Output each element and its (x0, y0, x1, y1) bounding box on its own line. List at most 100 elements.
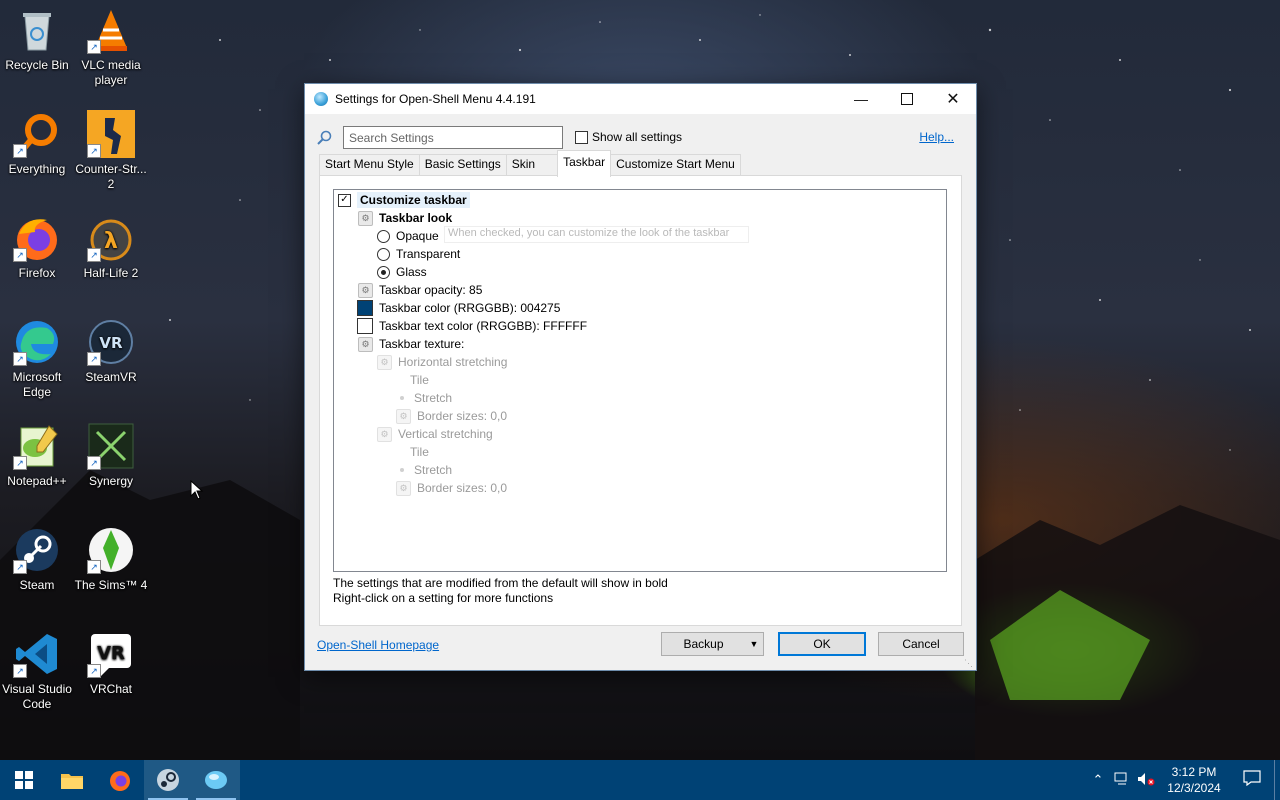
radio-opaque[interactable] (377, 229, 390, 243)
svg-text:VR: VR (97, 643, 125, 664)
desktop-icon-vscode[interactable]: ↗ Visual Studio Code (0, 630, 74, 712)
option-h-tile[interactable]: Tile (410, 371, 429, 389)
setting-horizontal-stretching[interactable]: ⚙ Horizontal stretching (377, 353, 507, 371)
taskbar-file-explorer[interactable] (48, 760, 96, 800)
radio-glass[interactable] (377, 265, 390, 279)
taskbar-firefox[interactable] (96, 760, 144, 800)
start-button[interactable] (0, 760, 48, 800)
network-icon[interactable] (1110, 772, 1134, 789)
desktop-icon-vlc[interactable]: ↗ VLC media player (74, 6, 148, 88)
desktop-icon-vrchat[interactable]: VR ↗ VRChat (74, 630, 148, 697)
desktop-icon-label: Notepad++ (7, 474, 67, 488)
option-transparent[interactable]: Transparent (377, 245, 460, 263)
ok-button[interactable]: OK (778, 632, 866, 656)
setting-taskbar-look[interactable]: ⚙ Taskbar look (358, 209, 452, 227)
svg-text:VR: VR (99, 334, 123, 352)
setting-label: Tile (410, 373, 429, 387)
file-explorer-icon (61, 774, 83, 789)
desktop-icon-sims[interactable]: ↗ The Sims™ 4 (74, 526, 148, 593)
tab-strip: Start Menu Style Basic Settings Skin Tas… (319, 150, 741, 177)
taskbar-open-shell-settings[interactable] (192, 760, 240, 800)
desktop-icon-label: Steam (19, 578, 55, 592)
radio-dot-icon (400, 468, 404, 472)
option-v-tile[interactable]: Tile (410, 443, 429, 461)
desktop-icon-steam[interactable]: ↗ Steam (0, 526, 74, 593)
tab-customize-start-menu[interactable]: Customize Start Menu (610, 154, 741, 175)
taskbar-color-swatch[interactable] (357, 300, 373, 316)
hint-text: The settings that are modified from the … (333, 576, 668, 606)
option-v-stretch[interactable]: Stretch (396, 461, 452, 479)
desktop-icon-recycle-bin[interactable]: Recycle Bin (0, 6, 74, 73)
desktop-icon-counter-strike[interactable]: ↗ Counter-Str... 2 (74, 110, 148, 192)
option-opaque[interactable]: Opaque (377, 227, 439, 245)
setting-taskbar-opacity[interactable]: ⚙ Taskbar opacity: 85 (358, 281, 482, 299)
resize-grip-icon[interactable]: ⋱ (964, 658, 974, 668)
desktop-icon-synergy[interactable]: ↗ Synergy (74, 422, 148, 489)
setting-v-border-sizes[interactable]: ⚙ Border sizes: 0,0 (396, 479, 507, 497)
setting-label: Taskbar color (RRGGBB): 004275 (379, 301, 561, 315)
show-all-settings-checkbox[interactable]: Show all settings (575, 130, 682, 144)
setting-customize-taskbar[interactable]: ✓ Customize taskbar (338, 191, 470, 209)
chevron-up-icon[interactable]: ⌃ (1086, 772, 1110, 788)
chevron-down-icon[interactable]: ▼ (745, 633, 763, 655)
setting-label: Taskbar texture: (379, 337, 465, 351)
desktop-icon-notepad-plus-plus[interactable]: ↗ Notepad++ (0, 422, 74, 489)
setting-label: Taskbar opacity: 85 (379, 283, 483, 297)
checkbox-box[interactable] (575, 130, 588, 144)
desktop-icon-firefox[interactable]: ↗ Firefox (0, 214, 74, 281)
setting-label: Taskbar look (379, 211, 453, 225)
text-color-swatch[interactable] (357, 318, 373, 334)
setting-taskbar-text-color[interactable]: Taskbar text color (RRGGBB): FFFFFF (357, 317, 587, 335)
taskbar-steam[interactable] (144, 760, 192, 800)
firefox-icon: ↗ (13, 214, 61, 262)
desktop-icon-label: Half-Life 2 (83, 266, 139, 280)
tab-basic-settings[interactable]: Basic Settings (418, 154, 507, 175)
clock[interactable]: 3:12 PM 12/3/2024 (1158, 764, 1230, 796)
steam-icon (157, 769, 179, 791)
radio-transparent[interactable] (377, 247, 390, 261)
vlc-icon: ↗ (87, 6, 135, 54)
close-button[interactable]: ✕ (930, 84, 976, 114)
desktop-icon-label: The Sims™ 4 (74, 578, 148, 592)
customize-taskbar-checkbox[interactable]: ✓ (338, 193, 351, 207)
setting-h-border-sizes[interactable]: ⚙ Border sizes: 0,0 (396, 407, 507, 425)
backup-label: Backup (683, 637, 724, 651)
settings-gear-icon: ⚙ (377, 426, 392, 442)
setting-taskbar-color[interactable]: Taskbar color (RRGGBB): 004275 (357, 299, 560, 317)
action-center-icon[interactable] (1230, 769, 1274, 791)
system-tray: ⌃ 3:12 PM 12/3/2024 (1086, 760, 1280, 800)
show-desktop-button[interactable] (1274, 760, 1280, 800)
homepage-link[interactable]: Open-Shell Homepage (317, 638, 439, 652)
option-glass[interactable]: Glass (377, 263, 427, 281)
setting-vertical-stretching[interactable]: ⚙ Vertical stretching (377, 425, 493, 443)
help-link[interactable]: Help... (919, 130, 954, 144)
desktop-icon-everything[interactable]: ↗ Everything (0, 110, 74, 177)
everything-search-icon: ↗ (13, 110, 61, 158)
desktop-icon-half-life[interactable]: λ ↗ Half-Life 2 (74, 214, 148, 281)
tab-start-menu-style[interactable]: Start Menu Style (319, 154, 420, 175)
desktop-icon-edge[interactable]: ↗ Microsoft Edge (0, 318, 74, 400)
volume-muted-icon[interactable] (1134, 772, 1158, 789)
steam-icon: ↗ (13, 526, 61, 574)
cancel-button[interactable]: Cancel (878, 632, 964, 656)
settings-tree[interactable]: ✓ Customize taskbar ⚙ Taskbar look When … (333, 189, 947, 572)
search-input[interactable] (343, 126, 563, 149)
setting-label: Border sizes: 0,0 (417, 409, 508, 423)
backup-button[interactable]: Backup ▼ (661, 632, 764, 656)
setting-tooltip: When checked, you can customize the look… (444, 226, 749, 243)
tab-taskbar[interactable]: Taskbar (557, 150, 612, 177)
minimize-button[interactable]: — (838, 84, 884, 114)
maximize-button[interactable] (884, 84, 930, 114)
tab-skin[interactable]: Skin (505, 154, 559, 175)
desktop-icon-label: VLC media player (81, 58, 141, 87)
option-h-stretch[interactable]: Stretch (396, 389, 452, 407)
desktop-icon-label: Firefox (18, 266, 56, 280)
desktop-icon-label: Everything (8, 162, 66, 176)
dialog-titlebar[interactable]: Settings for Open-Shell Menu 4.4.191 — ✕ (305, 84, 976, 114)
desktop-icon-steamvr[interactable]: VR ↗ SteamVR (74, 318, 148, 385)
edge-icon: ↗ (13, 318, 61, 366)
hint-line-right-click: Right-click on a setting for more functi… (333, 591, 554, 605)
sims-icon: ↗ (87, 526, 135, 574)
desktop-icon-label: Synergy (88, 474, 134, 488)
setting-taskbar-texture[interactable]: ⚙ Taskbar texture: (358, 335, 464, 353)
